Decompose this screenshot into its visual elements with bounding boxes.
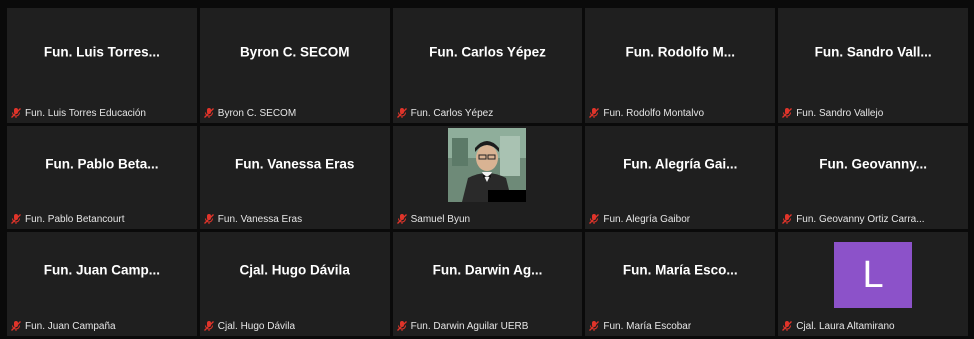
gallery-grid: Fun. Luis Torres... Fun. Luis Torres Edu… <box>7 8 968 337</box>
participant-label: Fun. Geovanny Ortiz Carra... <box>781 213 965 225</box>
participant-video-feed <box>448 128 527 202</box>
participant-tile[interactable]: Cjal. Hugo Dávila Cjal. Hugo Dávila <box>199 232 390 336</box>
participant-tile[interactable]: Byron C. SECOM Byron C. SECOM <box>199 8 390 123</box>
participant-label: Cjal. Laura Altamirano <box>781 320 965 332</box>
participant-label: Byron C. SECOM <box>203 107 387 119</box>
mic-muted-icon <box>11 108 21 118</box>
participant-label: Fun. Carlos Yépez <box>396 107 580 119</box>
participant-tile[interactable]: Fun. Pablo Beta... Fun. Pablo Betancourt <box>7 126 197 229</box>
participant-label-text: Samuel Byun <box>410 213 471 225</box>
participant-tile-video[interactable]: Samuel Byun <box>392 126 583 229</box>
participant-label-text: Fun. Pablo Betancourt <box>25 213 125 225</box>
mic-muted-icon <box>11 321 21 331</box>
participant-tile[interactable]: Fun. Darwin Ag... Fun. Darwin Aguilar UE… <box>392 232 583 336</box>
mic-muted-icon <box>203 108 214 118</box>
participant-label-text: Fun. Darwin Aguilar UERB <box>410 320 529 332</box>
participant-display-name: Fun. Pablo Beta... <box>45 156 159 171</box>
participant-label: Fun. Luis Torres Educación <box>10 107 194 119</box>
participant-tile[interactable]: Fun. Luis Torres... Fun. Luis Torres Edu… <box>7 8 197 123</box>
participant-label: Fun. Alegría Gaibor <box>588 213 772 225</box>
mic-muted-icon <box>396 321 407 331</box>
mic-muted-icon <box>589 321 600 331</box>
participant-label: Fun. María Escobar <box>588 320 772 332</box>
participant-label-text: Cjal. Laura Altamirano <box>796 320 895 332</box>
participant-label-text: Fun. Geovanny Ortiz Carra... <box>796 213 925 225</box>
participant-label: Fun. Juan Campaña <box>10 320 194 332</box>
participant-label-text: Cjal. Hugo Dávila <box>217 320 296 332</box>
participant-display-name: Fun. Darwin Ag... <box>432 262 543 278</box>
participant-tile[interactable]: Fun. Carlos Yépez Fun. Carlos Yépez <box>392 8 583 123</box>
participant-tile[interactable]: Fun. María Esco... Fun. María Escobar <box>585 232 776 336</box>
participant-display-name: Fun. Vanessa Eras <box>235 156 355 171</box>
participant-label: Cjal. Hugo Dávila <box>203 320 387 332</box>
mic-muted-icon <box>396 214 407 224</box>
mic-muted-icon <box>782 108 793 118</box>
participant-label-text: Fun. Sandro Vallejo <box>796 107 884 119</box>
participant-tile[interactable]: Fun. Juan Camp... Fun. Juan Campaña <box>7 232 197 336</box>
mic-muted-icon <box>782 214 793 224</box>
participant-display-name: Fun. Rodolfo M... <box>625 44 736 59</box>
participant-label-text: Fun. Alegría Gaibor <box>603 213 691 225</box>
participant-label: Samuel Byun <box>396 213 580 225</box>
participant-tile[interactable]: Fun. Sandro Vall... Fun. Sandro Vallejo <box>778 8 968 123</box>
participant-label: Fun. Pablo Betancourt <box>10 213 194 225</box>
participant-label: Fun. Rodolfo Montalvo <box>588 107 772 119</box>
participant-label-text: Fun. María Escobar <box>603 320 692 332</box>
participant-tile[interactable]: Fun. Alegría Gai... Fun. Alegría Gaibor <box>585 126 776 229</box>
participant-display-name: Fun. María Esco... <box>622 262 738 278</box>
mic-muted-icon <box>11 214 21 224</box>
participant-display-name: Fun. Luis Torres... <box>43 44 160 59</box>
participant-label: Fun. Sandro Vallejo <box>781 107 965 119</box>
mic-muted-icon <box>203 321 214 331</box>
participant-display-name: Fun. Carlos Yépez <box>429 44 546 59</box>
participant-label-text: Fun. Vanessa Eras <box>217 213 303 225</box>
participant-display-name: Fun. Sandro Vall... <box>814 44 932 59</box>
participant-display-name: Cjal. Hugo Dávila <box>239 262 350 278</box>
mic-muted-icon <box>782 321 793 331</box>
mic-muted-icon <box>589 214 600 224</box>
participant-label: Fun. Darwin Aguilar UERB <box>396 320 580 332</box>
participant-display-name: Fun. Alegría Gai... <box>623 156 738 171</box>
participant-label-text: Fun. Carlos Yépez <box>410 107 494 119</box>
participant-display-name: Byron C. SECOM <box>239 44 350 59</box>
mic-muted-icon <box>203 214 214 224</box>
participant-tile-avatar[interactable]: L Cjal. Laura Altamirano <box>778 232 968 336</box>
avatar: L <box>834 242 913 308</box>
participant-tile[interactable]: Fun. Geovanny... Fun. Geovanny Ortiz Car… <box>778 126 968 229</box>
participant-label-text: Fun. Luis Torres Educación <box>25 107 146 119</box>
participant-label-text: Fun. Rodolfo Montalvo <box>603 107 705 119</box>
mic-muted-icon <box>396 108 407 118</box>
participant-tile[interactable]: Fun. Rodolfo M... Fun. Rodolfo Montalvo <box>585 8 776 123</box>
mic-muted-icon <box>589 108 600 118</box>
participant-display-name: Fun. Juan Camp... <box>43 262 161 278</box>
participant-display-name: Fun. Geovanny... <box>819 156 927 171</box>
participant-label-text: Fun. Juan Campaña <box>25 320 116 332</box>
participant-tile[interactable]: Fun. Vanessa Eras Fun. Vanessa Eras <box>199 126 390 229</box>
participant-label-text: Byron C. SECOM <box>217 107 297 119</box>
participant-label: Fun. Vanessa Eras <box>203 213 387 225</box>
